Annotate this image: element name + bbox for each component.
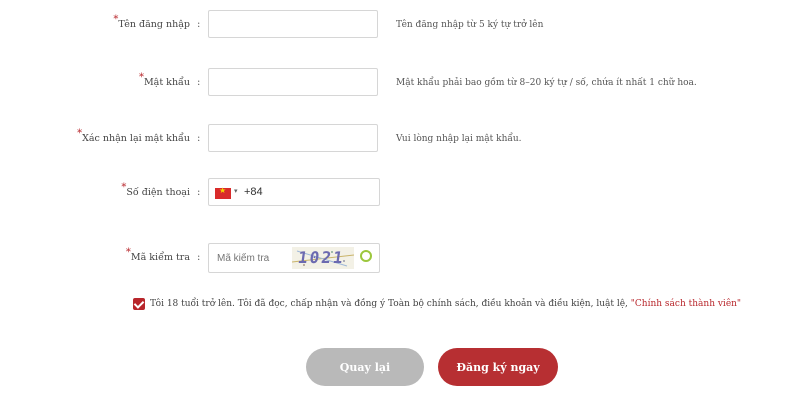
back-button[interactable]: Quay lại [306,348,424,386]
password-hint: Mật khẩu phải bao gồm từ 8–20 ký tự / số… [396,78,697,88]
captcha-label: *Mã kiểm tra [125,247,190,263]
confirm-password-label: *Xác nhận lại mật khẩu [77,128,190,144]
password-row: *Mật khẩu : Mật khẩu phải bao gồm từ 8–2… [0,68,800,98]
confirm-password-input[interactable] [208,124,378,152]
phone-label: *Số điện thoại [121,182,190,198]
country-code: +84 [244,186,263,198]
password-input[interactable] [208,68,378,96]
agreement-checkbox[interactable] [133,298,145,310]
vietnam-flag-icon[interactable] [215,186,231,199]
captcha-input[interactable] [209,244,303,272]
phone-input[interactable]: ▾ +84 [208,178,380,206]
captcha-field: 1021 [208,243,380,273]
label-colon: : [197,252,201,263]
confirm-password-hint: Vui lòng nhập lại mật khẩu. [396,134,522,144]
required-mark: * [125,247,131,258]
username-hint: Tên đăng nhập từ 5 ký tự trở lên [396,20,544,30]
required-mark: * [138,72,144,83]
member-policy-link[interactable]: "Chính sách thành viên" [631,299,741,309]
captcha-image: 1021 [292,247,354,269]
phone-row: *Số điện thoại : ▾ +84 [0,178,800,208]
username-input[interactable] [208,10,378,38]
label-colon: : [197,19,201,30]
confirm-password-row: *Xác nhận lại mật khẩu : Vui lòng nhập l… [0,124,800,154]
required-mark: * [77,128,83,139]
captcha-row: *Mã kiểm tra : 1021 [0,243,800,273]
label-colon: : [197,77,201,88]
label-colon: : [197,133,201,144]
password-label: *Mật khẩu [138,72,190,88]
register-button[interactable]: Đăng ký ngay [438,348,558,386]
chevron-down-icon[interactable]: ▾ [234,187,238,195]
required-mark: * [121,182,127,193]
captcha-code: 1021 [296,248,346,267]
required-mark: * [113,14,119,25]
username-label: *Tên đăng nhập [113,14,190,30]
label-colon: : [197,187,201,198]
refresh-icon[interactable] [360,250,372,262]
agreement-text: Tôi 18 tuổi trở lên. Tôi đã đọc, chấp nh… [150,299,742,309]
username-row: *Tên đăng nhập : Tên đăng nhập từ 5 ký t… [0,10,800,40]
registration-form: *Tên đăng nhập : Tên đăng nhập từ 5 ký t… [0,0,800,400]
